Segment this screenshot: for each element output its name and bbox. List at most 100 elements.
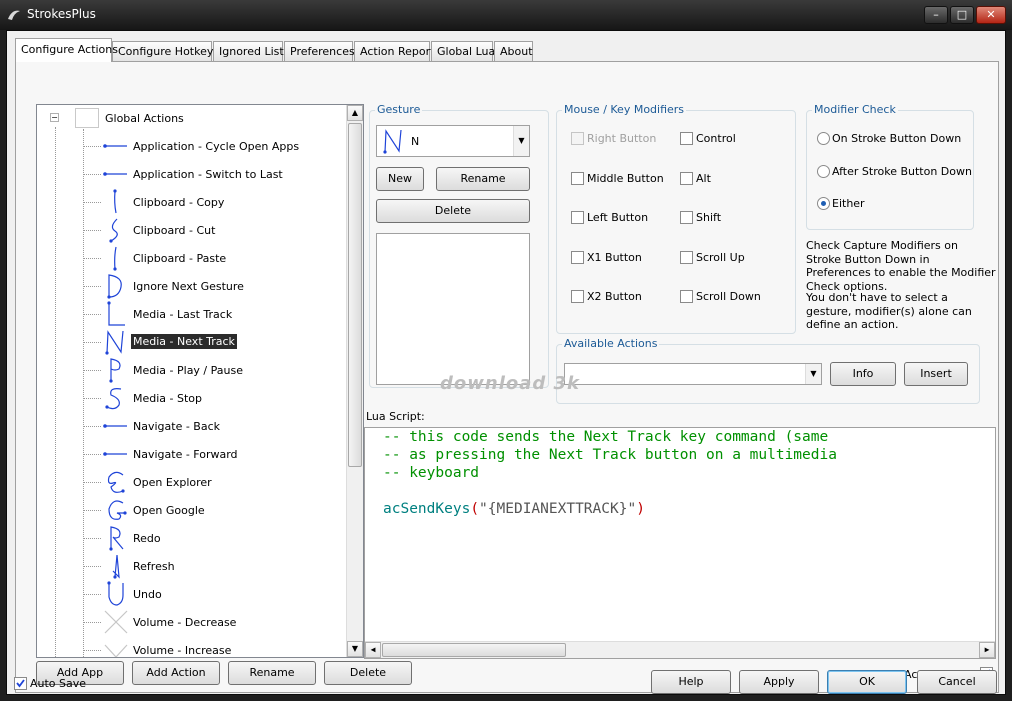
help-button[interactable]: Help [651,670,731,694]
tree-collapse-toggle[interactable]: − [50,113,59,122]
tree-item[interactable]: Media - Stop [37,385,337,411]
modifier-check-note: Check Capture Modifiers on Stroke Button… [806,239,996,293]
chevron-down-icon[interactable]: ▼ [805,364,821,384]
tree-item-label: Media - Stop [133,392,203,405]
scroll-left-icon[interactable]: ◀ [365,642,381,658]
gesture-line-icon [103,172,127,176]
modifier-alone-note: You don't have to select a gesture, modi… [806,291,972,331]
tree-item[interactable]: Application - Cycle Open Apps [37,133,337,159]
rename-action-button[interactable]: Rename [228,661,316,685]
rename-gesture-button[interactable]: Rename [436,167,530,191]
modifier-label[interactable]: Scroll Down [696,290,761,303]
tab-action-report[interactable]: Action Report [354,41,434,61]
tree-item[interactable]: Clipboard - Paste [37,245,337,271]
tree-item[interactable]: Navigate - Forward [37,441,337,467]
modifier-label[interactable]: X1 Button [587,251,642,264]
tree-item[interactable]: Navigate - Back [37,413,337,439]
modifier-label[interactable]: Scroll Up [696,251,745,264]
modifier-checkbox[interactable] [571,250,584,264]
tab-ignored-list[interactable]: Ignored List [213,41,284,61]
tree-item[interactable]: Application - Switch to Last [37,161,337,187]
after-stroke-button-down-radio[interactable] [817,165,830,178]
gesture-n-icon [383,129,402,154]
tree-vertical-scrollbar[interactable]: ▲ ▼ [346,105,363,657]
tree-item[interactable]: Refresh [37,553,337,579]
tree-item[interactable]: Media - Next Track [37,329,337,355]
tree-item-label: Media - Last Track [133,308,233,321]
tree-item[interactable]: Media - Last Track [37,301,337,327]
cancel-button[interactable]: Cancel [917,670,997,694]
auto-save-checkbox[interactable] [14,677,27,690]
on-stroke-button-down-label[interactable]: On Stroke Button Down [832,132,961,145]
modifier-checkbox[interactable] [680,132,693,145]
tree-item[interactable]: Redo [37,525,337,551]
tree-item[interactable]: Volume - Decrease [37,609,337,635]
modifier-label[interactable]: Middle Button [587,172,664,185]
scroll-down-icon[interactable]: ▼ [347,641,363,657]
available-actions-select[interactable]: ▼ [564,363,822,385]
modifier-label[interactable]: Shift [696,211,721,224]
tab-global-lua[interactable]: Global Lua [431,41,495,61]
tab-configure-actions[interactable]: Configure Actions [15,38,118,62]
insert-button[interactable]: Insert [904,362,968,386]
close-button[interactable]: ✕ [976,6,1006,24]
scroll-right-icon[interactable]: ▶ [979,642,995,658]
checkmark-icon [16,679,25,688]
gesture-s-icon [105,388,122,410]
tree-scroll-thumb[interactable] [348,123,362,467]
script-scroll-thumb[interactable] [382,643,566,657]
tree-item[interactable]: Clipboard - Cut [37,217,337,243]
info-button[interactable]: Info [830,362,896,386]
code-line-send-keys: acSendKeys("{MEDIANEXTTRACK}") [383,500,645,518]
apply-button[interactable]: Apply [739,670,819,694]
tree-item[interactable]: Undo [37,581,337,607]
delete-gesture-button[interactable]: Delete [376,199,530,223]
tree-root-label[interactable]: Global Actions [105,112,184,125]
modifier-label[interactable]: X2 Button [587,290,642,303]
tab-configure-hotkeys[interactable]: Configure Hotkeys [112,41,219,61]
tree-item-label: Navigate - Back [133,420,221,433]
actions-tree[interactable]: − Global Actions Application - Cycle Ope… [36,104,364,658]
tree-item-label: Clipboard - Copy [133,196,225,209]
gesture-preview-canvas[interactable] [376,233,530,385]
modifier-label: Right Button [587,132,657,145]
script-horizontal-scrollbar[interactable]: ◀ ▶ [365,641,995,658]
gesture-x-icon [104,610,128,634]
on-stroke-button-down-radio[interactable] [817,132,830,145]
auto-save-label[interactable]: Auto Save [30,677,86,690]
chevron-down-icon[interactable]: ▼ [513,126,529,156]
scroll-up-icon[interactable]: ▲ [347,105,363,121]
tree-item[interactable]: Ignore Next Gesture [37,273,337,299]
gesture-p-icon [109,358,121,383]
modifier-checkbox[interactable] [680,211,693,224]
ok-button[interactable]: OK [827,670,907,694]
tree-item[interactable]: Open Google [37,497,337,523]
tab-about[interactable]: About [494,41,533,61]
tree-item[interactable]: Media - Play / Pause [37,357,337,383]
modifier-label[interactable]: Left Button [587,211,648,224]
tab-preferences[interactable]: Preferences [284,41,355,61]
lua-script-editor[interactable]: -- this code sends the Next Track key co… [364,427,996,659]
modifier-checkbox[interactable] [680,250,693,264]
minimize-button[interactable]: – [924,6,948,24]
tree-item[interactable]: Open Explorer [37,469,337,495]
folder-icon [75,108,99,128]
either-label[interactable]: Either [832,197,865,210]
modifier-checkbox[interactable] [571,290,584,303]
either-radio[interactable] [817,197,830,210]
modifier-checkbox[interactable] [680,171,693,185]
modifier-label[interactable]: Control [696,132,736,145]
modifier-checkbox[interactable] [680,290,693,303]
add-action-button[interactable]: Add Action [132,661,220,685]
maximize-button[interactable]: □ [950,6,974,24]
after-stroke-button-down-label[interactable]: After Stroke Button Down [832,165,972,178]
gesture-select[interactable]: N ▼ [376,125,530,157]
tree-item-label: Open Google [133,504,205,517]
delete-action-button[interactable]: Delete [324,661,412,685]
tree-item[interactable]: Clipboard - Copy [37,189,337,215]
modifier-label[interactable]: Alt [696,172,711,185]
modifier-checkbox[interactable] [571,211,584,224]
tree-item[interactable]: Volume - Increase [37,637,337,657]
new-gesture-button[interactable]: New [376,167,424,191]
modifier-checkbox[interactable] [571,171,584,185]
